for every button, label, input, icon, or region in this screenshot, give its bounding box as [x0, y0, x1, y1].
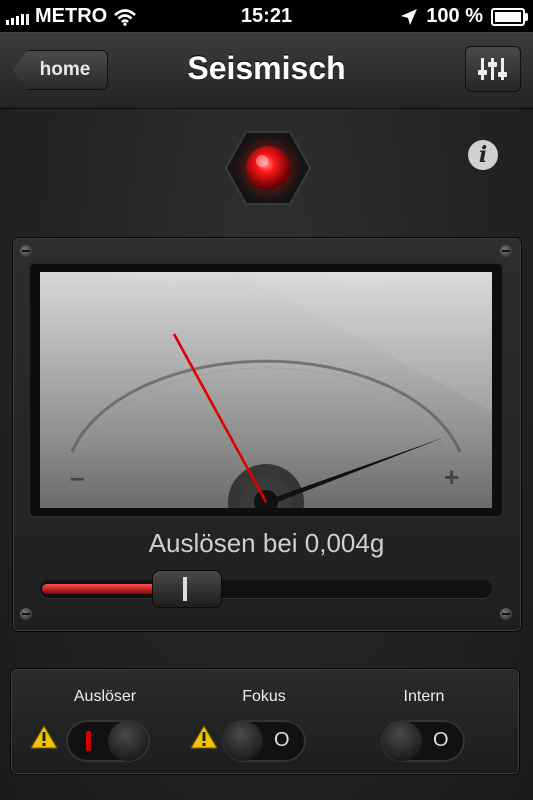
warning-icon [30, 725, 58, 749]
battery-icon [491, 7, 528, 26]
toggle-off-mark: O [274, 729, 290, 751]
trigger-threshold-label: Auslösen bei 0,004g [148, 528, 385, 558]
slider-grip [183, 577, 187, 601]
meter-minus-label: – [70, 462, 85, 492]
toggle-off-mark: O [433, 729, 449, 751]
toggle-knob [382, 721, 422, 761]
toggle-on-indicator [86, 731, 91, 751]
toggle-knob [108, 721, 148, 761]
sensitivity-slider-thumb[interactable] [152, 570, 222, 608]
page-title: Seismisch [187, 50, 346, 86]
ausloeser-toggle[interactable] [66, 720, 150, 762]
trigger-led-indicator [224, 131, 312, 205]
location-arrow-icon [401, 8, 418, 25]
nav-bar: home Seismisch [0, 32, 533, 109]
screw [20, 245, 32, 257]
sensitivity-slider-fill [42, 584, 164, 594]
screw [20, 608, 32, 620]
switch-label-ausloeser: Auslöser [73, 688, 137, 705]
battery-percent: 100 % [426, 5, 483, 27]
meter-face: – + [40, 272, 492, 508]
status-bar: METRO 15:21 100 % [0, 0, 533, 32]
settings-button[interactable] [465, 46, 521, 92]
status-right: 100 % [400, 5, 528, 28]
switch-label-fokus: Fokus [242, 688, 286, 705]
switch-label-intern: Intern [403, 688, 445, 705]
warning-icon [190, 725, 218, 749]
info-icon[interactable]: i [468, 140, 498, 170]
fokus-toggle[interactable]: O [222, 720, 306, 762]
equalizer-icon [478, 58, 507, 80]
meter-dial [70, 272, 492, 508]
meter-plus-label: + [444, 462, 460, 492]
intern-toggle[interactable]: O [381, 720, 465, 762]
screw [500, 245, 512, 257]
screw [500, 608, 512, 620]
toggle-knob [223, 721, 263, 761]
